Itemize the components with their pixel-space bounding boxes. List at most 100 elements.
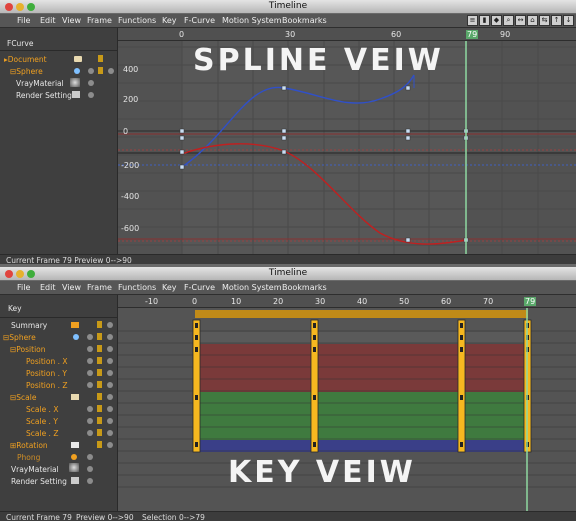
sphere-icon	[74, 68, 80, 74]
menu-fcurve[interactable]: F-Curve	[184, 283, 215, 292]
visibility-dot[interactable]	[88, 68, 94, 74]
layer-icon[interactable]	[97, 381, 102, 388]
layer-icon[interactable]	[98, 55, 103, 62]
y-axis-label: 0	[123, 127, 128, 136]
layer-icon[interactable]	[97, 429, 102, 436]
home-icon[interactable]: ⌂	[527, 15, 538, 26]
render-icon	[71, 477, 79, 484]
visibility-dot[interactable]	[87, 454, 93, 460]
tree-item-scale-x[interactable]: Scale . X	[26, 405, 58, 414]
layer-icon[interactable]	[97, 417, 102, 424]
visibility-dot[interactable]	[107, 418, 113, 424]
menu-fcurve[interactable]: F-Curve	[184, 16, 215, 25]
tree-item-sphere[interactable]: ⊟Sphere	[10, 67, 43, 76]
visibility-dot[interactable]	[88, 92, 94, 98]
layer-icon[interactable]	[97, 441, 102, 448]
frame-ruler[interactable]: 0 30 60 79 90	[118, 28, 576, 41]
tree-item-phong[interactable]: Phong	[17, 453, 40, 462]
visibility-dot[interactable]	[107, 346, 113, 352]
tree-item-vraymaterial[interactable]: VrayMaterial	[11, 465, 59, 474]
arrow-down-icon[interactable]: ↓	[563, 15, 574, 26]
tree-item-rotation[interactable]: ⊞Rotation	[10, 441, 48, 450]
key-view-window: Timeline File Edit View Frame Functions …	[0, 267, 576, 521]
y-axis-label: -600	[121, 224, 139, 233]
menu-key[interactable]: Key	[162, 283, 177, 292]
layer-icon[interactable]	[97, 333, 102, 340]
fit-icon[interactable]: ↔	[515, 15, 526, 26]
tree-item-document[interactable]: ▸Document	[4, 55, 47, 64]
sort-icon[interactable]: ≡	[467, 15, 478, 26]
range-bar[interactable]	[195, 310, 528, 318]
visibility-dot[interactable]	[87, 346, 93, 352]
tree-item-scale-y[interactable]: Scale . Y	[26, 417, 58, 426]
folder-icon	[71, 442, 79, 448]
tree-item-position-z[interactable]: Position . Z	[26, 381, 68, 390]
layer-icon[interactable]	[97, 393, 102, 400]
layer-icon[interactable]	[98, 67, 103, 74]
tree-item-render-setting[interactable]: Render Setting	[16, 91, 72, 100]
visibility-dot[interactable]	[107, 406, 113, 412]
title-bar: Timeline	[0, 267, 576, 281]
visibility-dot[interactable]	[87, 406, 93, 412]
menu-bookmarks[interactable]: Bookmarks	[282, 16, 327, 25]
visibility-dot[interactable]	[107, 382, 113, 388]
tree-item-scale[interactable]: ⊟Scale	[10, 393, 36, 402]
visibility-dot[interactable]	[107, 370, 113, 376]
visibility-dot[interactable]	[87, 334, 93, 340]
visibility-dot[interactable]	[87, 466, 93, 472]
menu-view[interactable]: View	[62, 283, 81, 292]
menu-bookmarks[interactable]: Bookmarks	[282, 283, 327, 292]
tree-item-position[interactable]: ⊟Position	[10, 345, 46, 354]
visibility-dot[interactable]	[107, 430, 113, 436]
scale-icon[interactable]: ⇆	[539, 15, 550, 26]
menu-file[interactable]: File	[17, 283, 30, 292]
tree-item-position-x[interactable]: Position . X	[26, 357, 68, 366]
playhead-label: 79	[524, 297, 537, 306]
menu-edit[interactable]: Edit	[40, 16, 56, 25]
status-bar: Current Frame 79 Preview 0-->90 Selectio…	[0, 511, 576, 521]
visibility-dot[interactable]	[87, 370, 93, 376]
key-view-overlay-text: KEY VEIW	[228, 455, 416, 490]
visibility-dot[interactable]	[87, 478, 93, 484]
tree-item-render-setting[interactable]: Render Setting	[11, 477, 67, 486]
key-icon[interactable]: ◆	[491, 15, 502, 26]
visibility-dot[interactable]	[108, 68, 114, 74]
menu-key[interactable]: Key	[162, 16, 177, 25]
tree-item-vraymaterial[interactable]: VrayMaterial	[16, 79, 64, 88]
layer-icon[interactable]	[97, 345, 102, 352]
arrow-up-icon[interactable]: ↑	[551, 15, 562, 26]
menu-edit[interactable]: Edit	[40, 283, 56, 292]
visibility-dot[interactable]	[87, 418, 93, 424]
visibility-dot[interactable]	[88, 80, 94, 86]
layer-icon[interactable]	[97, 405, 102, 412]
lock-icon[interactable]: ▮	[479, 15, 490, 26]
menu-motion-system[interactable]: Motion System	[222, 16, 282, 25]
zoom-icon[interactable]: ⌕	[503, 15, 514, 26]
visibility-dot[interactable]	[87, 358, 93, 364]
visibility-dot[interactable]	[107, 394, 113, 400]
visibility-dot[interactable]	[107, 322, 113, 328]
layer-icon[interactable]	[97, 369, 102, 376]
tree-item-summary[interactable]: Summary	[11, 321, 47, 330]
visibility-dot[interactable]	[107, 358, 113, 364]
tree-item-position-y[interactable]: Position . Y	[26, 369, 67, 378]
menu-motion-system[interactable]: Motion System	[222, 283, 282, 292]
menu-frame[interactable]: Frame	[87, 16, 112, 25]
layer-icon[interactable]	[97, 357, 102, 364]
menu-functions[interactable]: Functions	[118, 16, 156, 25]
menu-view[interactable]: View	[62, 16, 81, 25]
menu-functions[interactable]: Functions	[118, 283, 156, 292]
layer-icon[interactable]	[97, 321, 102, 328]
visibility-dot[interactable]	[87, 382, 93, 388]
visibility-dot[interactable]	[107, 334, 113, 340]
visibility-dot[interactable]	[107, 442, 113, 448]
frame-ruler[interactable]: -10 0 10 20 30 40 50 60 70 79	[118, 295, 576, 308]
title-bar: Timeline	[0, 0, 576, 14]
toolbar-icons: ≡ ▮ ◆ ⌕ ↔ ⌂ ⇆ ↑ ↓	[467, 15, 574, 26]
visibility-dot[interactable]	[87, 430, 93, 436]
tree-item-scale-z[interactable]: Scale . Z	[26, 429, 58, 438]
tree-item-sphere[interactable]: ⊟Sphere	[3, 333, 36, 342]
tree-label: VrayMaterial	[11, 465, 59, 474]
menu-frame[interactable]: Frame	[87, 283, 112, 292]
menu-file[interactable]: File	[17, 16, 30, 25]
